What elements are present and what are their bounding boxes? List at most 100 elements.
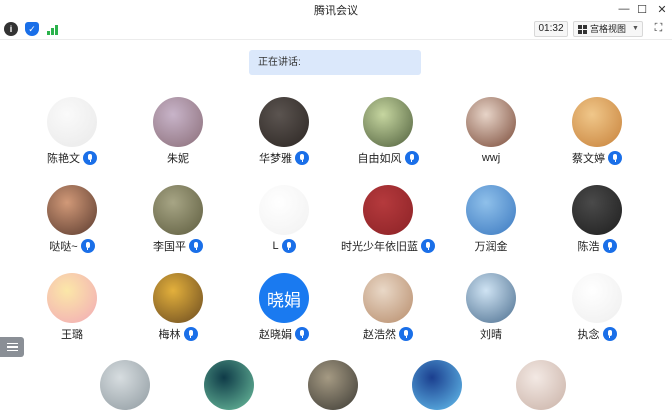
participant-name-row: 陈浩	[547, 238, 647, 254]
avatar	[204, 360, 254, 410]
avatar	[516, 360, 566, 410]
participant-name-row: 陈艳文	[22, 150, 122, 166]
participant-tile[interactable]: wwj	[441, 97, 541, 169]
participant-name-row: 王璐	[22, 326, 122, 342]
list-icon[interactable]	[0, 337, 24, 357]
participant-name: L	[272, 240, 279, 252]
view-mode-label: 宫格视图	[590, 24, 627, 34]
participant-tile[interactable]: 自由如风	[338, 97, 438, 169]
chevron-down-icon: ▼	[632, 25, 639, 32]
participant-name-row: 蔡文婷	[547, 150, 647, 166]
mic-icon	[602, 239, 617, 253]
window-title: 腾讯会议	[314, 5, 358, 17]
participant-name: 执念	[577, 329, 600, 341]
mic-icon	[421, 239, 435, 253]
participant-name-row: 万润金	[441, 238, 541, 254]
participant-tile[interactable]	[283, 360, 383, 412]
participant-tile[interactable]: 陈艳文	[22, 97, 122, 169]
participant-name-row: 哒哒~	[22, 238, 122, 254]
participant-name: 赵晓娟	[259, 329, 292, 341]
avatar	[259, 185, 309, 235]
participant-name: 万润金	[474, 241, 508, 253]
mic-icon	[602, 327, 617, 341]
avatar	[153, 185, 203, 235]
participant-name: 自由如风	[357, 153, 402, 165]
avatar	[572, 97, 622, 147]
participant-name: 赵浩然	[363, 329, 396, 341]
maximize-button[interactable]: ☐	[632, 0, 652, 18]
participant-name: 哒哒~	[49, 241, 78, 253]
participant-name: 陈浩	[577, 241, 600, 253]
avatar	[363, 185, 413, 235]
participant-name-row: L	[234, 238, 334, 254]
avatar	[363, 97, 413, 147]
participant-name-row: 刘晴	[441, 326, 541, 342]
avatar	[466, 185, 516, 235]
meeting-window: 腾讯会议 — ☐ ✕ i ✓ 01:32 宫格视图 ▼ ⛶ 正在讲话: 陈艳文 朱…	[0, 0, 672, 412]
participant-tile[interactable]: 梅林	[128, 273, 228, 345]
mic-icon	[80, 239, 95, 253]
participant-name-row: 华梦雅	[234, 150, 334, 166]
info-icon[interactable]: i	[4, 22, 18, 36]
participant-tile[interactable]: L	[234, 185, 334, 257]
avatar	[412, 360, 462, 410]
avatar: 晓娟	[259, 273, 309, 323]
mic-icon	[295, 327, 309, 341]
mic-icon	[189, 239, 203, 253]
mic-icon	[183, 327, 198, 341]
participant-tile[interactable]: 朱妮	[128, 97, 228, 169]
participant-name-row: 时光少年依旧蓝	[338, 238, 438, 254]
participant-name-row: wwj	[441, 150, 541, 166]
avatar	[363, 273, 413, 323]
avatar	[466, 97, 516, 147]
participant-tile[interactable]: 晓娟 赵晓娟	[234, 273, 334, 345]
avatar	[308, 360, 358, 410]
view-mode-button[interactable]: 宫格视图 ▼	[573, 21, 643, 37]
participant-name: 陈艳文	[47, 153, 80, 165]
participant-tile[interactable]	[75, 360, 175, 412]
mic-icon	[83, 151, 97, 165]
participant-tile[interactable]: 蔡文婷	[547, 97, 647, 169]
avatar	[572, 273, 622, 323]
mic-icon	[295, 151, 309, 165]
participant-tile[interactable]	[491, 360, 591, 412]
participant-name-row: 李国平	[128, 238, 228, 254]
participant-tile[interactable]: 执念	[547, 273, 647, 345]
avatar	[466, 273, 516, 323]
participant-tile[interactable]: 刘晴	[441, 273, 541, 345]
mic-icon	[281, 239, 296, 253]
meeting-timer: 01:32	[534, 21, 568, 37]
participant-name-row: 赵晓娟	[234, 326, 334, 342]
participant-name: 梅林	[158, 329, 181, 341]
signal-icon[interactable]	[46, 22, 60, 36]
participant-tile[interactable]	[179, 360, 279, 412]
participant-name: 刘晴	[480, 329, 502, 341]
title-bar: 腾讯会议 — ☐ ✕	[0, 0, 672, 18]
participant-name: 王璐	[61, 329, 83, 341]
participant-tile[interactable]: 万润金	[441, 185, 541, 257]
participant-name-row: 自由如风	[338, 150, 438, 166]
participant-name-row: 梅林	[128, 326, 228, 342]
participant-tile[interactable]	[387, 360, 487, 412]
participant-name-row: 朱妮	[128, 150, 228, 166]
participant-tile[interactable]: 王璐	[22, 273, 122, 345]
participant-name: 时光少年依旧蓝	[341, 241, 418, 253]
participant-name-row: 赵浩然	[338, 326, 438, 342]
participant-tile[interactable]: 华梦雅	[234, 97, 334, 169]
participant-tile[interactable]: 赵浩然	[338, 273, 438, 345]
participant-tile[interactable]: 哒哒~	[22, 185, 122, 257]
meeting-toolbar: i ✓ 01:32 宫格视图 ▼ ⛶	[0, 18, 672, 40]
participant-name: 朱妮	[167, 153, 189, 165]
avatar	[572, 185, 622, 235]
minimize-button[interactable]: —	[614, 0, 634, 18]
avatar	[153, 97, 203, 147]
avatar	[47, 273, 97, 323]
participant-tile[interactable]: 时光少年依旧蓝	[338, 185, 438, 257]
mic-icon	[399, 327, 413, 341]
shield-icon[interactable]: ✓	[25, 22, 39, 36]
close-button[interactable]: ✕	[652, 0, 672, 18]
participant-tile[interactable]: 陈浩	[547, 185, 647, 257]
participant-tile[interactable]: 李国平	[128, 185, 228, 257]
participant-name: wwj	[481, 152, 501, 164]
fullscreen-icon[interactable]: ⛶	[652, 22, 665, 35]
